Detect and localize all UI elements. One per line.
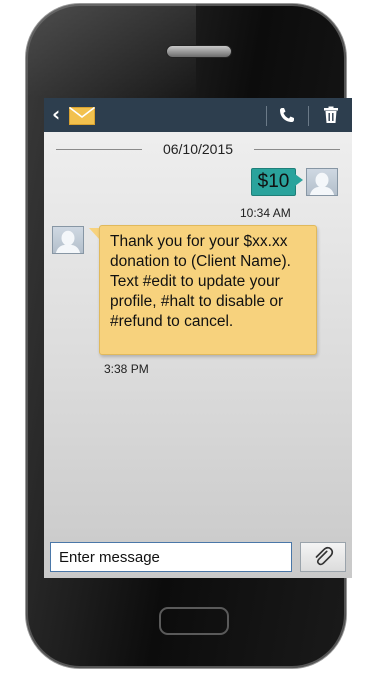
message-input[interactable] bbox=[50, 542, 292, 572]
outgoing-bubble-tail bbox=[295, 174, 303, 186]
phone-screen: ‹ 06/10/2015 $10 10:34 AM Thank you for … bbox=[44, 98, 352, 578]
phone-icon[interactable] bbox=[278, 106, 296, 124]
date-separator: 06/10/2015 bbox=[56, 141, 340, 157]
outgoing-message-time: 10:34 AM bbox=[240, 206, 291, 220]
mail-envelope-icon[interactable] bbox=[69, 107, 95, 125]
thread-date: 06/10/2015 bbox=[162, 141, 234, 157]
trash-icon[interactable] bbox=[322, 106, 340, 124]
contact-avatar-icon bbox=[52, 226, 84, 254]
date-line-right bbox=[254, 149, 340, 150]
chevron-left-icon[interactable]: ‹ bbox=[52, 103, 60, 125]
header-divider bbox=[266, 106, 267, 126]
app-header: ‹ bbox=[44, 98, 352, 132]
home-button[interactable] bbox=[159, 607, 229, 635]
message-composer bbox=[50, 542, 346, 572]
attach-button[interactable] bbox=[300, 542, 346, 572]
incoming-message-bubble[interactable]: Thank you for your $xx.xx donation to (C… bbox=[99, 225, 317, 355]
date-line-left bbox=[56, 149, 142, 150]
earpiece-speaker bbox=[166, 45, 232, 58]
outgoing-message-bubble[interactable]: $10 bbox=[251, 168, 296, 196]
incoming-message-time: 3:38 PM bbox=[104, 362, 149, 376]
paperclip-icon bbox=[315, 546, 334, 566]
user-avatar-icon bbox=[306, 168, 338, 196]
header-divider bbox=[308, 106, 309, 126]
